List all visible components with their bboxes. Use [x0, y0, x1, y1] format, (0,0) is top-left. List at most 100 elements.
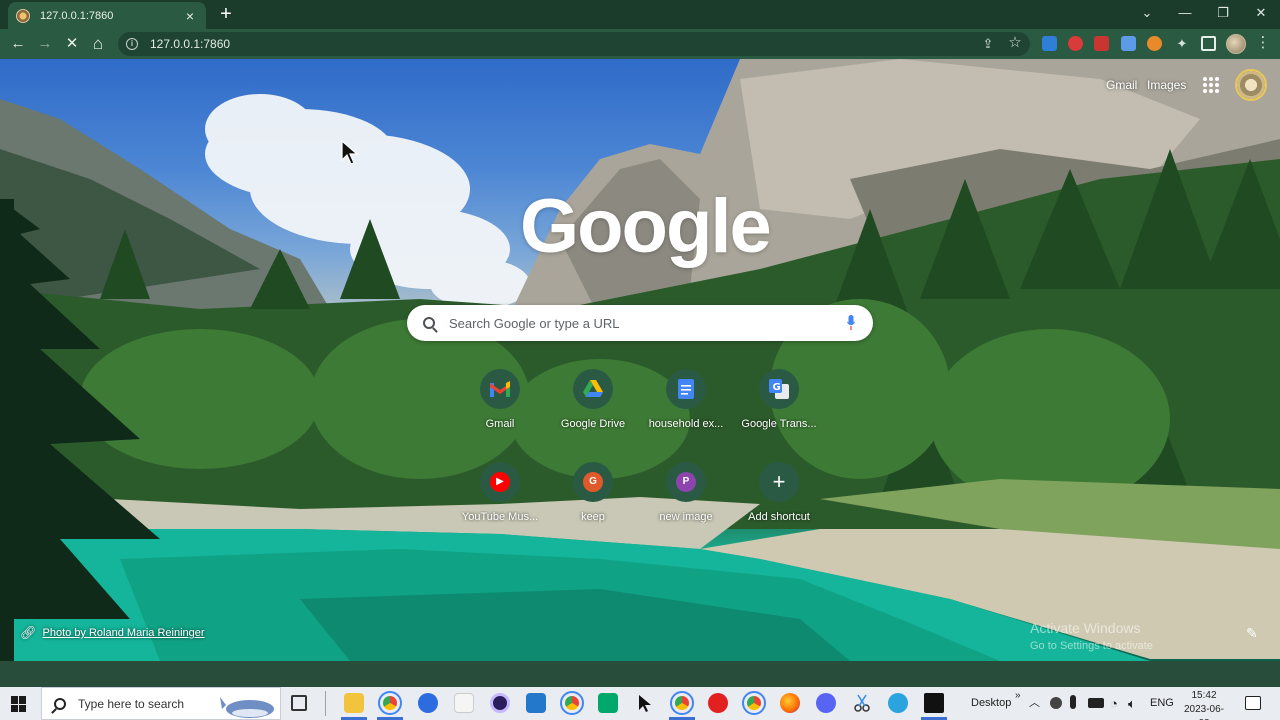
shortcut-label: YouTube Mus...	[461, 511, 539, 523]
google-docs-icon	[678, 379, 694, 399]
notepad-icon[interactable]	[454, 693, 474, 713]
shortcut-google-translate[interactable]: G Google Trans...	[735, 369, 823, 449]
obsidian-icon[interactable]	[490, 693, 510, 713]
close-window-button[interactable]: ✕	[1242, 0, 1280, 26]
shortcut-gmail[interactable]: Gmail	[456, 369, 544, 449]
search-box[interactable]: Search Google or type a URL	[407, 305, 873, 341]
extension-red-icon[interactable]	[1068, 36, 1083, 51]
discord-icon[interactable]	[816, 693, 836, 713]
clock-date: 2023-06-08	[1183, 704, 1225, 720]
shortcut-label: new image	[659, 511, 713, 523]
activate-windows-watermark: Activate Windows Go to Settings to activ…	[1030, 619, 1153, 655]
new-tab-button[interactable]: +	[215, 3, 237, 25]
minimize-button[interactable]: —	[1166, 0, 1204, 26]
tray-app-icon[interactable]	[1050, 697, 1062, 709]
add-shortcut-button[interactable]: + Add shortcut	[735, 462, 823, 542]
youtube-music-icon: ▶	[490, 472, 510, 492]
search-input[interactable]: Search Google or type a URL	[449, 316, 873, 331]
back-button[interactable]: ←	[7, 33, 29, 55]
forward-button[interactable]: →	[34, 33, 56, 55]
chrome-profile-3-icon[interactable]	[670, 691, 694, 715]
extensions-puzzle-icon[interactable]: ✦	[1173, 37, 1191, 51]
google-meet-icon[interactable]	[598, 693, 618, 713]
cursor-app-icon[interactable]	[636, 693, 656, 713]
extension-screenshot-icon[interactable]	[1121, 36, 1136, 51]
address-bar[interactable]: i 127.0.0.1:7860	[118, 32, 1030, 56]
shortcut-keep[interactable]: G keep	[549, 462, 637, 542]
desktop-chevron-icon[interactable]: »	[1015, 679, 1021, 712]
task-view-icon[interactable]	[291, 695, 307, 711]
side-panel-icon[interactable]	[1201, 36, 1216, 51]
google-logo: Google	[520, 184, 772, 269]
browser-tab[interactable]: 127.0.0.1:7860 ×	[8, 2, 206, 29]
letter-p-icon: P	[676, 472, 696, 492]
letter-g-icon: G	[583, 472, 603, 492]
gmail-link[interactable]: Gmail	[1106, 78, 1137, 92]
notifications-icon[interactable]	[1245, 696, 1261, 710]
browser-toolbar: ← → ✕ ⌂ i 127.0.0.1:7860 ⇪ ☆ ✦ ⋮	[0, 29, 1280, 59]
tab-close-icon[interactable]: ×	[182, 8, 198, 24]
desktop-toolbar-label[interactable]: Desktop	[971, 687, 1011, 720]
shortcut-youtube-music[interactable]: ▶ YouTube Mus...	[456, 462, 544, 542]
plus-icon: +	[772, 469, 786, 494]
firefox-icon[interactable]	[780, 693, 800, 713]
mouse-cursor-icon	[341, 140, 359, 165]
youtube-music-app-icon[interactable]	[708, 693, 728, 713]
shortcut-label: keep	[581, 511, 605, 523]
vscode-icon[interactable]	[526, 693, 546, 713]
shortcut-label: Gmail	[485, 418, 515, 430]
bookmark-star-icon[interactable]: ☆	[1006, 35, 1024, 50]
share-icon[interactable]: ⇪	[979, 37, 997, 51]
extension-cloud-icon[interactable]	[1094, 36, 1109, 51]
site-favicon-icon	[16, 8, 30, 23]
battery-icon[interactable]	[1088, 698, 1104, 708]
restore-button[interactable]: ❐	[1204, 0, 1242, 26]
taskbar-search-input[interactable]: Type here to search	[78, 697, 184, 711]
tab-strip: 127.0.0.1:7860 × + ⌄ — ❐ ✕	[0, 0, 1280, 29]
language-indicator[interactable]: ENG	[1150, 687, 1174, 720]
extension-fox-icon[interactable]	[1147, 36, 1162, 51]
account-avatar[interactable]	[1235, 69, 1267, 101]
volume-icon[interactable]: 🔈︎	[1128, 687, 1136, 720]
new-tab-page: Gmail Images Google Search Google or typ…	[0, 59, 1280, 661]
images-link[interactable]: Images	[1147, 78, 1186, 92]
shortcut-label: Google Trans...	[741, 418, 817, 430]
shortcut-new-image[interactable]: P new image	[642, 462, 730, 542]
shortcut-household[interactable]: household ex...	[642, 369, 730, 449]
microphone-tray-icon[interactable]	[1070, 695, 1076, 709]
google-apps-icon[interactable]	[1203, 77, 1219, 93]
telegram-icon[interactable]	[888, 693, 908, 713]
microphone-icon[interactable]	[847, 315, 855, 331]
extension-checkmark-icon[interactable]	[1042, 36, 1057, 51]
chrome-profile-2-icon[interactable]	[560, 691, 584, 715]
google-drive-icon	[583, 380, 603, 397]
shortcut-google-drive[interactable]: Google Drive	[549, 369, 637, 449]
photo-credit-text[interactable]: Photo by Roland Maria Reininger	[43, 627, 205, 639]
taskbar-search-box[interactable]: Type here to search	[41, 687, 281, 720]
tab-search-chevron-icon[interactable]: ⌄	[1128, 0, 1166, 26]
profile-avatar-icon[interactable]	[1226, 34, 1246, 54]
signal-icon[interactable]	[418, 693, 438, 713]
snipping-tool-icon[interactable]	[852, 693, 872, 713]
shortcut-label: Add shortcut	[748, 511, 810, 523]
svg-text:G: G	[773, 382, 781, 393]
shortcut-label: household ex...	[648, 418, 724, 430]
page-bottom-strip	[0, 661, 1280, 687]
customize-pencil-icon[interactable]: ✎	[1246, 625, 1258, 642]
chrome-profile-4-icon[interactable]	[742, 691, 766, 715]
wifi-icon[interactable]: ◔	[1110, 687, 1118, 720]
chrome-icon[interactable]	[378, 691, 402, 715]
search-icon	[423, 317, 435, 329]
browser-menu-icon[interactable]: ⋮	[1254, 35, 1272, 50]
tray-overflow-icon[interactable]: ︿	[1029, 687, 1040, 720]
terminal-icon[interactable]	[924, 693, 944, 713]
activate-subtitle: Go to Settings to activate	[1030, 640, 1153, 652]
photo-credit-link[interactable]: 🔗︎ Photo by Roland Maria Reininger	[20, 625, 205, 641]
home-button[interactable]: ⌂	[87, 33, 109, 55]
taskbar-clock[interactable]: 15:42 2023-06-08	[1180, 689, 1228, 720]
file-explorer-icon[interactable]	[344, 693, 364, 713]
windows-start-icon[interactable]	[11, 696, 27, 712]
stop-loading-button[interactable]: ✕	[61, 33, 83, 55]
address-url[interactable]: 127.0.0.1:7860	[150, 37, 230, 51]
site-info-icon[interactable]: i	[126, 38, 138, 50]
